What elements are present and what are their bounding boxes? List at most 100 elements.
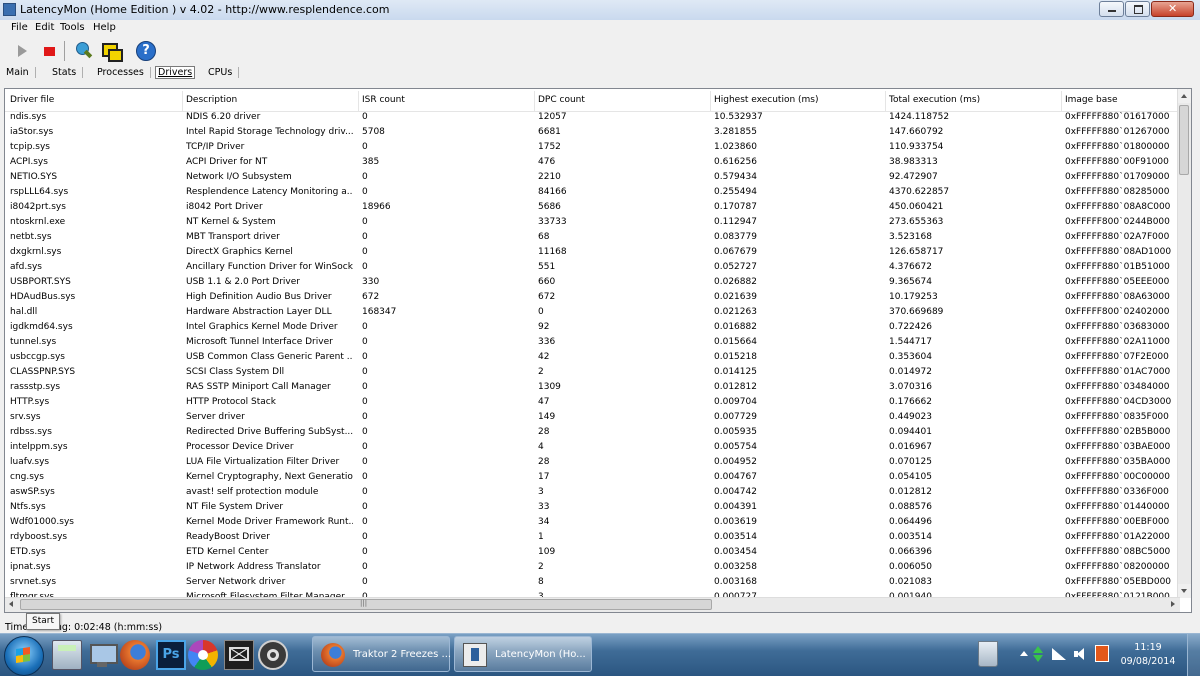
stop-icon[interactable] xyxy=(38,40,60,62)
table-cell: 0 xyxy=(362,382,368,392)
column-header-image-base[interactable]: Image base xyxy=(1065,95,1118,105)
driver-search-icon[interactable] xyxy=(72,40,94,62)
table-row[interactable]: NETIO.SYS Network I/O Subsystem 0 2210 0.579… xyxy=(5,171,1180,186)
volume-icon[interactable] xyxy=(1074,647,1088,661)
vertical-scrollbar[interactable] xyxy=(1177,89,1191,598)
tools-icon[interactable] xyxy=(258,640,288,670)
minimize-button[interactable] xyxy=(1099,1,1124,17)
column-header-driver-file[interactable]: Driver file xyxy=(10,95,54,105)
table-row[interactable]: rassstp.sys RAS SSTP Miniport Call Manage… xyxy=(5,381,1180,396)
table-row[interactable]: aswSP.sys avast! self protection module 0 3… xyxy=(5,486,1180,501)
close-button[interactable] xyxy=(1151,1,1194,17)
explorer-icon[interactable] xyxy=(87,640,118,670)
column-header-dpc-count[interactable]: DPC count xyxy=(538,95,585,105)
scroll-left-arrow-icon[interactable] xyxy=(5,598,19,612)
table-row[interactable]: HTTP.sys HTTP Protocol Stack 0 47 0.009704 0.… xyxy=(5,396,1180,411)
column-divider[interactable] xyxy=(358,91,359,111)
maximize-button[interactable] xyxy=(1125,1,1150,17)
table-row[interactable]: Ntfs.sys NT File System Driver 0 33 0.004391… xyxy=(5,501,1180,516)
horizontal-scrollbar[interactable]: ||| xyxy=(5,597,1180,612)
table-row[interactable]: USBPORT.SYS USB 1.1 & 2.0 Port Driver 330 6… xyxy=(5,276,1180,291)
table-row[interactable]: ACPI.sys ACPI Driver for NT 385 476 0.616256… xyxy=(5,156,1180,171)
taskbar-button-traktor[interactable]: Traktor 2 Freezes ... xyxy=(312,636,451,672)
table-row[interactable]: tunnel.sys Microsoft Tunnel Interface Dri… xyxy=(5,336,1180,351)
latencymon-app-icon[interactable] xyxy=(3,3,16,16)
table-cell: 0xFFFFF880`00EBF000 xyxy=(1065,517,1170,527)
column-divider[interactable] xyxy=(534,91,535,111)
table-row[interactable]: ntoskrnl.exe NT Kernel & System 0 33733 0.11… xyxy=(5,216,1180,231)
tab-processes[interactable]: Processes xyxy=(97,67,151,78)
table-row[interactable]: srv.sys Server driver 0 149 0.007729 0.449023… xyxy=(5,411,1180,426)
table-row[interactable]: afd.sys Ancillary Function Driver for Win… xyxy=(5,261,1180,276)
vertical-scroll-thumb[interactable] xyxy=(1179,105,1189,175)
table-row[interactable]: usbccgp.sys USB Common Class Generic Pare… xyxy=(5,351,1180,366)
column-divider[interactable] xyxy=(885,91,886,111)
show-desktop-button[interactable] xyxy=(1187,634,1200,676)
tab-main[interactable]: Main xyxy=(6,67,36,78)
table-row[interactable]: luafv.sys LUA File Virtualization Filter … xyxy=(5,456,1180,471)
table-row[interactable]: igdkmd64.sys Intel Graphics Kernel Mode D… xyxy=(5,321,1180,336)
mail-icon[interactable] xyxy=(224,640,254,670)
column-divider[interactable] xyxy=(1061,91,1062,111)
column-header-highest-execution[interactable]: Highest execution (ms) xyxy=(714,95,819,105)
column-divider[interactable] xyxy=(710,91,711,111)
menu-file[interactable]: File xyxy=(11,22,28,33)
table-row[interactable]: rdyboost.sys ReadyBoost Driver 0 1 0.003514 0… xyxy=(5,531,1180,546)
table-row[interactable]: Wdf01000.sys Kernel Mode Driver Framework… xyxy=(5,516,1180,531)
taskbar-button-latencymon[interactable]: LatencyMon (Ho... xyxy=(454,636,592,672)
drivers-table[interactable]: Driver file Description ISR count DPC co… xyxy=(4,88,1192,613)
window-icon[interactable] xyxy=(100,40,123,62)
scroll-down-arrow-icon[interactable] xyxy=(1178,584,1191,598)
table-row[interactable]: iaStor.sys Intel Rapid Storage Technology… xyxy=(5,126,1180,141)
recycle-bin-icon[interactable] xyxy=(978,641,998,667)
column-header-total-execution[interactable]: Total execution (ms) xyxy=(889,95,980,105)
start-button[interactable] xyxy=(4,636,44,676)
table-row[interactable]: hal.dll Hardware Abstraction Layer DLL 168… xyxy=(5,306,1180,321)
signal-strength-icon[interactable] xyxy=(1052,648,1066,660)
table-row[interactable]: rdbss.sys Redirected Drive Buffering SubS… xyxy=(5,426,1180,441)
table-cell: LUA File Virtualization Filter Driver xyxy=(186,457,340,467)
tab-stats[interactable]: Stats xyxy=(52,67,84,78)
firefox-icon[interactable] xyxy=(120,640,150,670)
table-row[interactable]: ipnat.sys IP Network Address Translator 0 2… xyxy=(5,561,1180,576)
table-row[interactable]: srvnet.sys Server Network driver 0 8 0.00316… xyxy=(5,576,1180,591)
table-row[interactable]: i8042prt.sys i8042 Port Driver 18966 5686 0.… xyxy=(5,201,1180,216)
table-row[interactable]: ETD.sys ETD Kernel Center 0 109 0.003454 0.06… xyxy=(5,546,1180,561)
table-row[interactable]: HDAudBus.sys High Definition Audio Bus Dr… xyxy=(5,291,1180,306)
table-cell: IP Network Address Translator xyxy=(186,562,321,572)
table-row[interactable]: dxgkrnl.sys DirectX Graphics Kernel 0 11168… xyxy=(5,246,1180,261)
network-activity-icon[interactable] xyxy=(1033,646,1043,662)
table-cell: 0.021083 xyxy=(889,577,932,587)
table-cell: 126.658717 xyxy=(889,247,944,257)
show-hidden-icons-icon[interactable] xyxy=(1020,651,1028,656)
photoshop-icon[interactable] xyxy=(156,640,186,670)
table-cell: igdkmd64.sys xyxy=(10,322,73,332)
table-row[interactable]: rspLLL64.sys Resplendence Latency Monitor… xyxy=(5,186,1180,201)
menu-help[interactable]: Help xyxy=(93,22,116,33)
table-row[interactable]: ndis.sys NDIS 6.20 driver 0 12057 10.532937 1… xyxy=(5,111,1180,126)
menu-tools[interactable]: Tools xyxy=(60,22,85,33)
column-header-isr-count[interactable]: ISR count xyxy=(362,95,405,105)
table-row[interactable]: CLASSPNP.SYS SCSI Class System Dll 0 2 0.014… xyxy=(5,366,1180,381)
menu-edit[interactable]: Edit xyxy=(35,22,54,33)
office-icon[interactable] xyxy=(1095,645,1109,662)
column-divider[interactable] xyxy=(182,91,183,111)
table-cell: NDIS 6.20 driver xyxy=(186,112,261,122)
column-header-description[interactable]: Description xyxy=(186,95,237,105)
scroll-up-arrow-icon[interactable] xyxy=(1178,89,1191,103)
help-icon[interactable] xyxy=(135,40,157,62)
table-row[interactable]: intelppm.sys Processor Device Driver 0 4 0.0… xyxy=(5,441,1180,456)
play-icon[interactable] xyxy=(12,40,34,62)
tab-cpus[interactable]: CPUs xyxy=(208,67,240,78)
table-row[interactable]: tcpip.sys TCP/IP Driver 0 1752 1.023860 110.9… xyxy=(5,141,1180,156)
table-cell: ACPI.sys xyxy=(10,157,48,167)
table-row[interactable]: cng.sys Kernel Cryptography, Next Generat… xyxy=(5,471,1180,486)
picasa-icon[interactable] xyxy=(188,640,218,670)
table-row[interactable]: netbt.sys MBT Transport driver 0 68 0.083779… xyxy=(5,231,1180,246)
calculator-icon[interactable] xyxy=(52,640,82,670)
clock[interactable]: 11:19 09/08/2014 xyxy=(1118,641,1178,669)
scroll-right-arrow-icon[interactable] xyxy=(1166,598,1180,612)
table-cell: tcpip.sys xyxy=(10,142,50,152)
toolbar-separator xyxy=(64,41,65,61)
tab-drivers[interactable]: Drivers xyxy=(155,66,196,79)
